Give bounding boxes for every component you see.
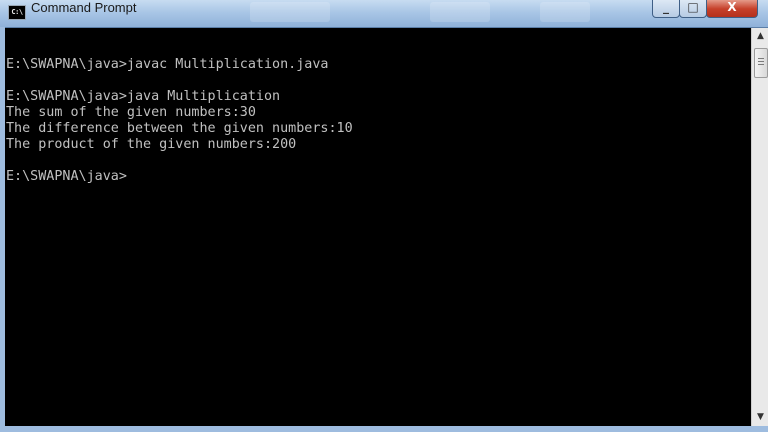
background-blur [540,2,590,22]
scroll-up-button[interactable]: ▲ [752,28,768,45]
minimize-icon: _ [663,0,669,14]
scroll-down-button[interactable]: ▼ [752,409,768,426]
background-blur [430,2,490,22]
minimize-button[interactable]: _ [652,0,680,18]
console-line: The product of the given numbers:200 [6,137,297,152]
background-blur [250,2,330,22]
close-button[interactable]: X [706,0,758,18]
close-icon: X [727,0,737,14]
console-line: E:\SWAPNA\java>java Multiplication [6,89,281,104]
console-line: The sum of the given numbers:30 [6,105,256,120]
up-arrow-icon: ▲ [757,31,764,41]
command-prompt-window: C:\ Command Prompt _ □ X E:\SWAPNA\java>… [0,0,768,432]
console-line: E:\SWAPNA\java>javac Multiplication.java [6,57,329,72]
console-text: E:\SWAPNA\java>javac Multiplication.java… [5,28,751,185]
vertical-scrollbar[interactable]: ▲ ▼ [751,28,768,426]
title-bar[interactable]: C:\ Command Prompt _ □ X [0,0,768,28]
window-frame-bottom [0,426,768,432]
maximize-button[interactable]: □ [679,0,707,18]
window-title: Command Prompt [31,0,137,15]
scroll-thumb[interactable] [754,48,768,78]
console-prompt-line: E:\SWAPNA\java> [6,169,127,184]
down-arrow-icon: ▼ [757,412,764,422]
console-output[interactable]: E:\SWAPNA\java>javac Multiplication.java… [5,28,751,426]
cmd-icon[interactable]: C:\ [8,5,26,20]
console-line: The difference between the given numbers… [6,121,353,136]
maximize-icon: □ [687,0,699,14]
